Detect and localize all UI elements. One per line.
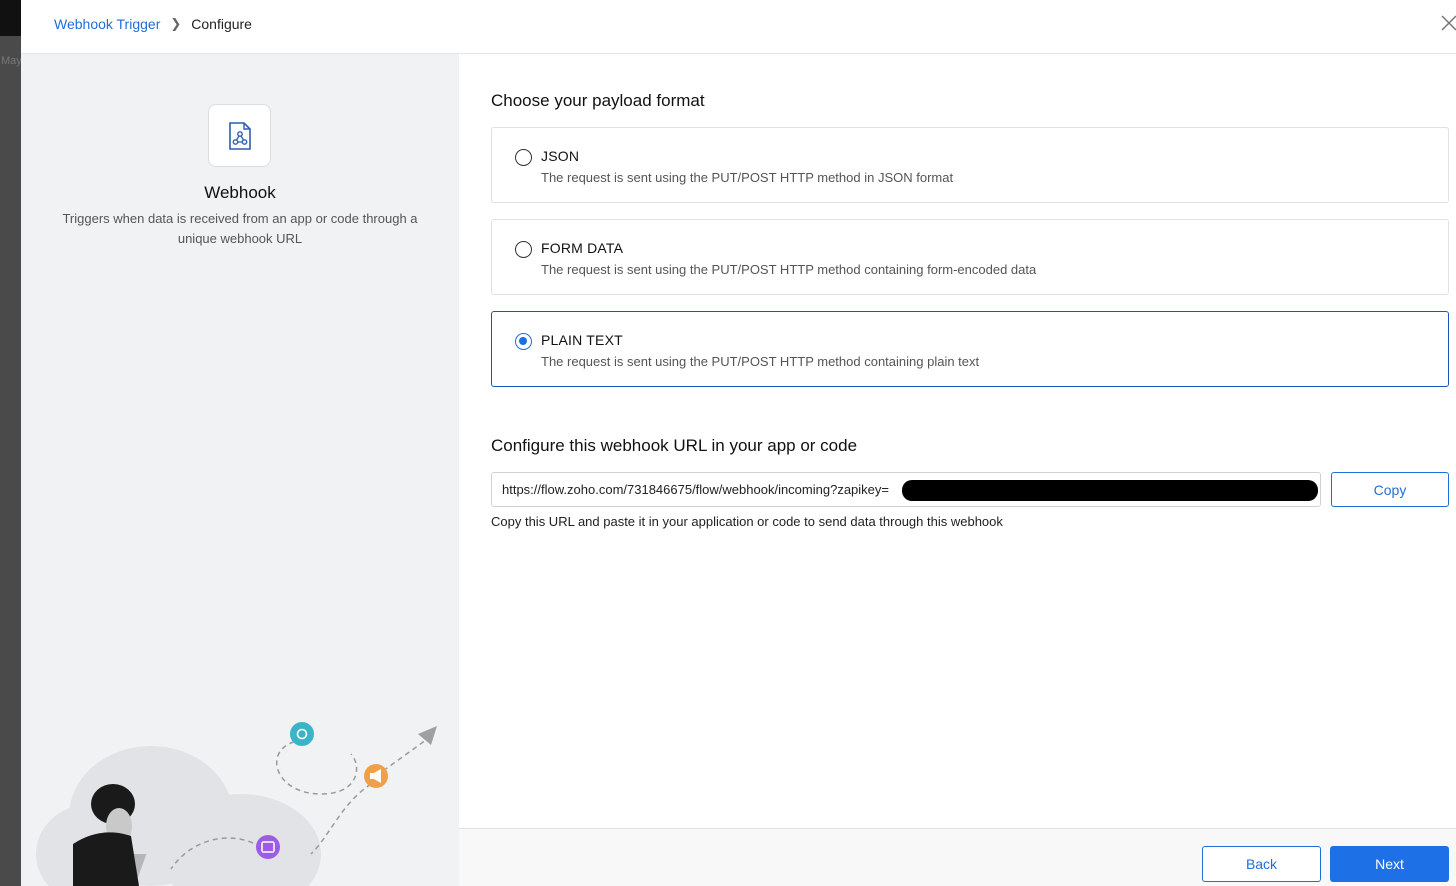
background-page: May: [0, 0, 21, 886]
close-icon[interactable]: [1438, 12, 1456, 34]
back-button[interactable]: Back: [1202, 846, 1321, 882]
option-description: The request is sent using the PUT/POST H…: [541, 262, 1037, 277]
webhook-icon: [228, 121, 251, 150]
copy-button[interactable]: Copy: [1331, 472, 1449, 507]
option-description: The request is sent using the PUT/POST H…: [541, 170, 954, 185]
webhook-illustration: [36, 722, 437, 886]
chevron-right-icon: ❯: [170, 16, 182, 31]
webhook-url-title: Configure this webhook URL in your app o…: [491, 436, 858, 455]
json-radio[interactable]: [515, 149, 532, 166]
payload-option-json[interactable]: JSON The request is sent using the PUT/P…: [491, 127, 1449, 203]
breadcrumb-webhook-trigger-link[interactable]: Webhook Trigger: [54, 16, 160, 32]
webhook-url-value: https://flow.zoho.com/731846675/flow/web…: [502, 482, 889, 497]
breadcrumb: Webhook Trigger ❯ Configure: [54, 16, 252, 32]
redaction-mark: [902, 480, 1318, 501]
plain-text-radio[interactable]: [515, 333, 532, 350]
payload-option-form-data[interactable]: FORM DATA The request is sent using the …: [491, 219, 1449, 295]
configuration-panel: Choose your payload format JSON The requ…: [459, 54, 1456, 828]
webhook-url-field[interactable]: https://flow.zoho.com/731846675/flow/web…: [491, 472, 1321, 507]
payload-option-plain-text[interactable]: PLAIN TEXT The request is sent using the…: [491, 311, 1449, 387]
background-text: May: [1, 55, 21, 67]
webhook-url-help: Copy this URL and paste it in your appli…: [491, 514, 1003, 529]
payload-format-title: Choose your payload format: [491, 91, 705, 110]
option-label: PLAIN TEXT: [541, 332, 623, 348]
app-info-panel: Webhook Triggers when data is received f…: [21, 54, 459, 886]
app-name: Webhook: [204, 183, 276, 202]
form-data-radio[interactable]: [515, 241, 532, 258]
option-label: FORM DATA: [541, 240, 624, 256]
option-label: JSON: [541, 148, 580, 164]
modal-header: Webhook Trigger ❯ Configure: [21, 0, 1456, 54]
configure-modal: Webhook Trigger ❯ Configure Webhook Trig…: [21, 0, 1456, 886]
app-icon-tile: [208, 104, 271, 167]
background-header: [0, 0, 21, 36]
option-description: The request is sent using the PUT/POST H…: [541, 354, 980, 369]
app-description: Triggers when data is received from an a…: [62, 211, 418, 246]
modal-footer: Back Next: [459, 828, 1456, 886]
next-button[interactable]: Next: [1330, 846, 1449, 882]
breadcrumb-current: Configure: [191, 16, 252, 32]
